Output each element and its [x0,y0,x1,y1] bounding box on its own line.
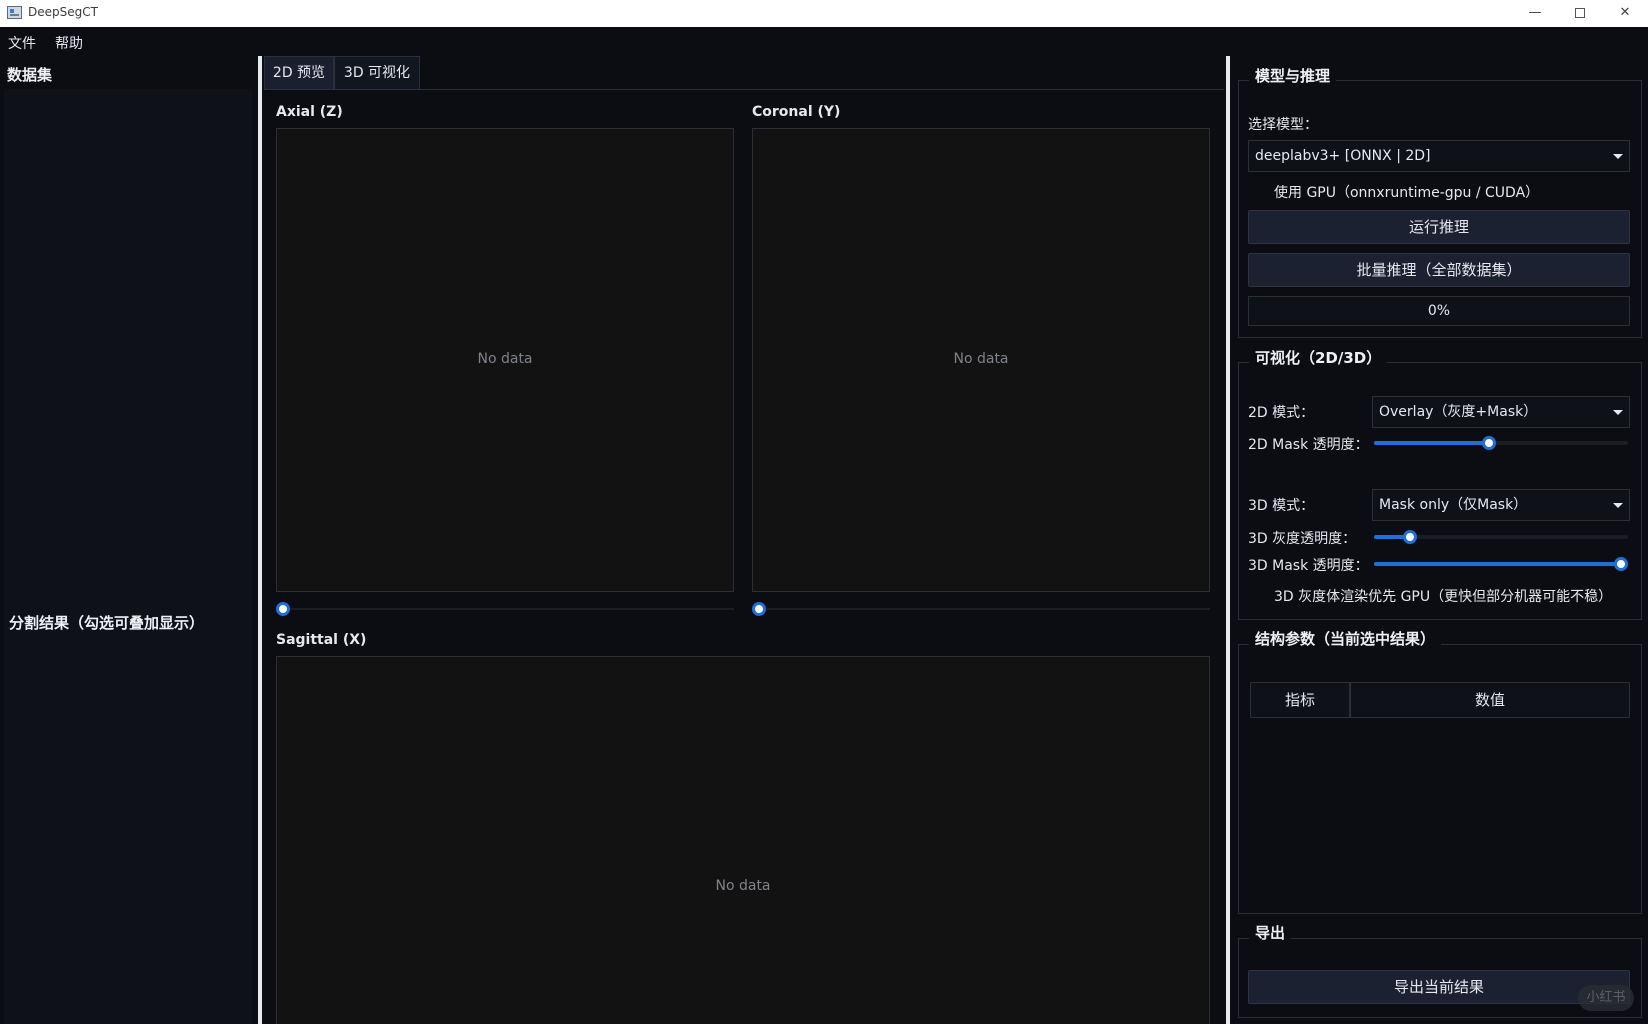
left-panel: 数据集 分割结果（勾选可叠加显示） [0,56,256,1024]
menu-bar: 文件 帮助 [0,27,1648,56]
gray-3d-opacity-slider[interactable] [1374,529,1628,545]
mask-3d-opacity-slider[interactable] [1374,556,1628,572]
run-inference-button[interactable]: 运行推理 [1248,210,1630,244]
model-group-title: 模型与推理 [1249,65,1337,86]
axial-slice-slider[interactable] [276,602,734,616]
table-header-metric[interactable]: 指标 [1250,682,1350,718]
mode-3d-label: 3D 模式： [1248,498,1315,514]
axial-view[interactable]: No data [276,128,734,592]
slider-handle[interactable] [1614,557,1628,571]
left-splitter[interactable] [258,56,262,1024]
sagittal-view[interactable]: No data [276,656,1210,1024]
export-group-title: 导出 [1249,922,1292,943]
coronal-label: Coronal (Y) [752,104,841,120]
batch-inference-button[interactable]: 批量推理（全部数据集） [1248,253,1630,287]
menu-file[interactable]: 文件 [8,33,36,53]
slider-fill [1374,441,1489,445]
mask-2d-opacity-label: 2D Mask 透明度： [1248,437,1369,453]
visualization-group-title: 可视化（2D/3D） [1249,347,1388,368]
center-panel: 2D 预览 3D 可视化 Axial (Z) No data Coronal (… [264,56,1224,1024]
axial-slider-track [276,608,734,610]
select-model-label: 选择模型： [1248,117,1318,133]
menu-help[interactable]: 帮助 [55,33,83,53]
model-select-value: deeplabv3+ [ONNX | 2D] [1255,148,1431,164]
close-button[interactable]: ✕ [1602,0,1648,27]
axial-placeholder: No data [477,351,533,367]
axial-slider-handle[interactable] [276,602,290,616]
coronal-slider-track [752,608,1210,610]
results-list[interactable] [4,640,252,1024]
sagittal-label: Sagittal (X) [276,632,367,648]
results-title: 分割结果（勾选可叠加显示） [9,614,205,632]
minimize-icon: — [1528,5,1542,20]
close-icon: ✕ [1619,5,1631,20]
coronal-placeholder: No data [953,351,1009,367]
dataset-list[interactable] [4,89,252,654]
coronal-slider-handle[interactable] [752,602,766,616]
chevron-down-icon [1613,154,1623,159]
model-select[interactable]: deeplabv3+ [ONNX | 2D] [1248,140,1630,172]
mode-2d-value: Overlay（灰度+Mask） [1379,404,1538,420]
chevron-down-icon [1613,410,1623,415]
axial-label: Axial (Z) [276,104,343,120]
gpu-render-checkbox[interactable] [1254,588,1268,602]
gpu-checkbox-label: 使用 GPU（onnxruntime-gpu / CUDA） [1274,185,1540,201]
chevron-down-icon [1613,503,1623,508]
tab-2d-preview[interactable]: 2D 预览 [264,56,334,89]
table-header-value[interactable]: 数值 [1350,682,1630,718]
sagittal-placeholder: No data [715,878,771,894]
watermark-logo: 小红书 [1578,985,1634,1011]
export-button[interactable]: 导出当前结果 [1248,970,1630,1004]
dataset-title: 数据集 [7,66,53,84]
table-body [1250,718,1630,908]
mode-2d-select[interactable]: Overlay（灰度+Mask） [1372,396,1630,428]
tabbar-divider [264,89,1224,90]
app-icon [7,6,22,19]
slider-handle[interactable] [1482,436,1496,450]
structure-table: 指标 数值 [1250,682,1630,908]
view-tabbar: 2D 预览 3D 可视化 [264,56,1224,90]
mask-2d-opacity-slider[interactable] [1374,435,1628,451]
structure-group-title: 结构参数（当前选中结果） [1249,628,1442,649]
maximize-icon [1575,7,1585,18]
gpu-render-label: 3D 灰度体渲染优先 GPU（更快但部分机器可能不稳） [1274,589,1613,605]
window-title: DeepSegCT [28,5,98,19]
right-splitter[interactable] [1226,56,1230,1024]
inference-progress-bar: 0% [1248,296,1630,326]
tab-3d-visualization[interactable]: 3D 可视化 [334,56,420,89]
slider-handle[interactable] [1402,530,1417,544]
minimize-button[interactable]: — [1512,0,1558,27]
window-titlebar: DeepSegCT — ✕ [0,0,1648,27]
mask-3d-opacity-label: 3D Mask 透明度： [1248,558,1369,574]
mode-3d-select[interactable]: Mask only（仅Mask） [1372,489,1630,521]
mode-2d-label: 2D 模式： [1248,405,1315,421]
coronal-slice-slider[interactable] [752,602,1210,616]
mode-3d-value: Mask only（仅Mask） [1379,497,1528,513]
coronal-view[interactable]: No data [752,128,1210,592]
gray-3d-opacity-label: 3D 灰度透明度： [1248,531,1357,547]
maximize-button[interactable] [1557,0,1603,27]
right-panel: 模型与推理 选择模型： deeplabv3+ [ONNX | 2D] 使用 GP… [1232,56,1648,1024]
slider-fill [1374,562,1621,566]
gpu-checkbox[interactable] [1254,184,1268,198]
